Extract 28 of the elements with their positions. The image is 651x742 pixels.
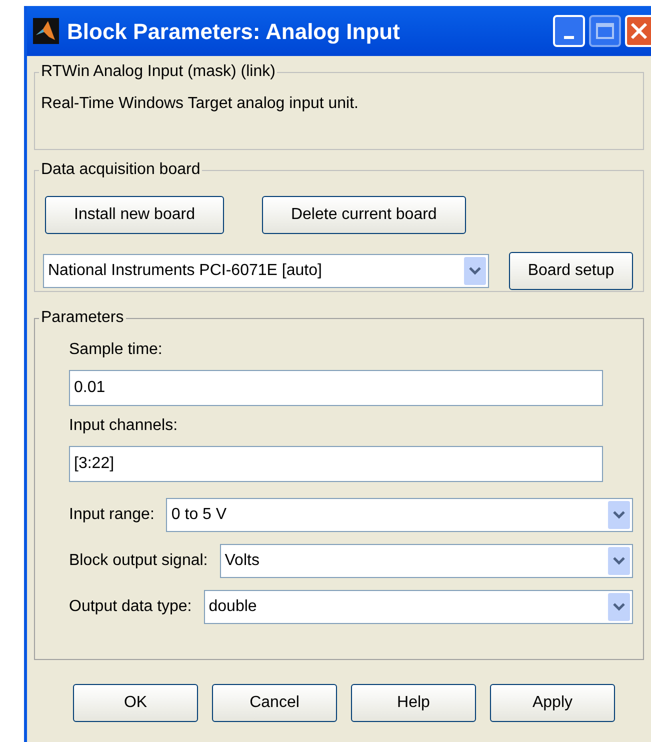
text-field[interactable]: 0.01 (69, 370, 603, 406)
dialog-button[interactable]: Help (351, 684, 476, 722)
logo-icon (33, 18, 59, 44)
dropdown[interactable]: Volts (220, 544, 633, 578)
group-title: RTWin Analog Input (mask) (link) (40, 62, 276, 82)
close-button[interactable] (625, 15, 651, 47)
dropdown[interactable]: National Instruments PCI-6071E [auto] (43, 254, 489, 288)
board-action-button[interactable]: Install new board (45, 196, 224, 234)
board-setup-button[interactable]: Board setup (509, 252, 633, 290)
field-label: Input range: (69, 505, 154, 525)
window-title: Block Parameters: Analog Input (67, 18, 401, 46)
close-icon (630, 22, 648, 40)
field-label: Input channels: (69, 416, 179, 436)
board-action-button[interactable]: Delete current board (262, 196, 466, 234)
minimize-button[interactable] (553, 15, 585, 47)
text-field[interactable]: [3:22] (69, 446, 603, 482)
field-label: Output data type: (69, 597, 192, 617)
field-label: Sample time: (69, 340, 164, 360)
field-label: Block output signal: (69, 551, 208, 571)
description-text: Real-Time Windows Target analog input unit. (41, 94, 360, 114)
dropdown[interactable]: double (204, 590, 633, 624)
dialog-button[interactable]: Apply (490, 684, 615, 722)
group-title: Parameters (40, 308, 125, 328)
group-title: Data acquisition board (40, 160, 202, 180)
maximize-button[interactable] (589, 15, 621, 47)
dialog-button[interactable]: OK (73, 684, 198, 722)
dialog-button[interactable]: Cancel (212, 684, 337, 722)
dropdown[interactable]: 0 to 5 V (166, 498, 633, 532)
